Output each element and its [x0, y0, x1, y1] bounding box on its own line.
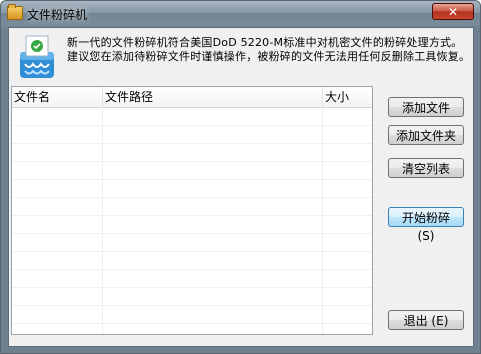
add-folder-button[interactable]: 添加文件夹 [388, 125, 464, 145]
app-window: 文件粉碎机 ✕ 新一代的文件粉碎机符合美国DoD 5220-M标准中对机密文件的… [0, 0, 481, 354]
clear-list-button[interactable]: 清空列表 [388, 158, 464, 178]
client-area: 新一代的文件粉碎机符合美国DoD 5220-M标准中对机密文件的粉碎处理方式。建… [8, 27, 474, 347]
start-shred-button[interactable]: 开始粉碎 (S) [388, 207, 464, 243]
column-header-name[interactable]: 文件名 [12, 87, 102, 107]
title-bar[interactable]: 文件粉碎机 ✕ [1, 1, 480, 25]
exit-button[interactable]: 退出 (E) [388, 310, 464, 330]
row-divider [12, 161, 372, 162]
shredder-icon [20, 35, 54, 78]
column-divider [102, 107, 103, 334]
file-list[interactable]: 文件名 文件路径 大小 [11, 86, 373, 335]
column-header-size[interactable]: 大小 [322, 87, 372, 107]
row-divider [12, 215, 372, 216]
row-divider [12, 233, 372, 234]
row-divider [12, 197, 372, 198]
row-divider [12, 323, 372, 324]
row-divider [12, 305, 372, 306]
row-divider [12, 287, 372, 288]
folder-icon [7, 4, 23, 20]
row-divider [12, 269, 372, 270]
description-text: 新一代的文件粉碎机符合美国DoD 5220-M标准中对机密文件的粉碎处理方式。建… [67, 36, 471, 63]
column-divider [322, 107, 323, 334]
row-divider [12, 143, 372, 144]
window-title: 文件粉碎机 [27, 8, 88, 22]
row-divider [12, 179, 372, 180]
close-button[interactable]: ✕ [432, 3, 474, 20]
list-header: 文件名 文件路径 大小 [12, 87, 372, 108]
row-divider [12, 251, 372, 252]
add-file-button[interactable]: 添加文件 [388, 97, 464, 117]
row-divider [12, 125, 372, 126]
column-header-path[interactable]: 文件路径 [102, 87, 322, 107]
